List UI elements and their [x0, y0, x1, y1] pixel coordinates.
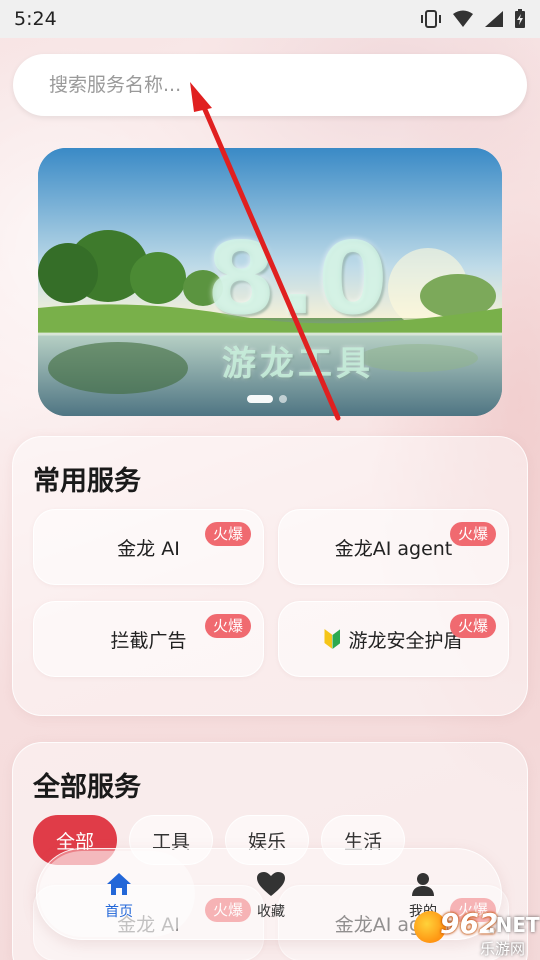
battery-icon — [515, 9, 525, 28]
nav-favorites[interactable]: 收藏 — [231, 871, 311, 921]
hot-badge: 火爆 — [449, 614, 496, 638]
banner-title: 游龙工具 — [222, 344, 374, 384]
service-card-block-ads[interactable]: 拦截广告 火爆 — [33, 601, 264, 677]
search-bar[interactable] — [13, 54, 527, 116]
hot-badge: 火爆 — [449, 522, 496, 546]
common-services-panel: 常用服务 金龙 AI 火爆 金龙AI agent 火爆 拦截广告 火爆 游龙安全… — [12, 436, 528, 716]
user-icon — [412, 873, 434, 896]
watermark-subtitle: 乐游网 — [480, 940, 526, 958]
banner-carousel[interactable]: 8.0 游龙工具 — [38, 148, 502, 416]
service-label: 金龙AI agent — [334, 537, 453, 560]
status-time: 5:24 — [14, 8, 57, 30]
service-label: 游龙安全护盾 — [348, 629, 463, 652]
home-icon — [107, 873, 131, 895]
search-input[interactable] — [49, 74, 469, 96]
service-label: 拦截广告 — [110, 629, 187, 652]
status-icons — [420, 9, 526, 29]
signal-icon — [485, 11, 503, 27]
beginner-badge-icon — [324, 629, 340, 649]
hot-badge: 火爆 — [204, 522, 251, 546]
service-card-jinlong-ai[interactable]: 金龙 AI 火爆 — [33, 509, 264, 585]
banner-version: 8.0 — [206, 220, 390, 337]
status-bar: 5:24 — [0, 0, 540, 38]
nav-home-label: 首页 — [105, 904, 133, 920]
common-services-title: 常用服务 — [33, 466, 141, 497]
heart-icon — [257, 872, 285, 896]
all-services-title: 全部服务 — [33, 772, 141, 803]
watermark-suffix: .NET — [488, 913, 540, 937]
hot-badge: 火爆 — [204, 614, 251, 638]
nav-favorites-label: 收藏 — [257, 904, 285, 920]
service-card-security-shield[interactable]: 游龙安全护盾 火爆 — [278, 601, 509, 677]
carousel-dot[interactable] — [279, 395, 287, 403]
carousel-indicator — [247, 395, 287, 403]
nav-home[interactable]: 首页 — [79, 871, 159, 921]
site-watermark: 962 .NET 乐游网 — [410, 905, 540, 958]
wifi-icon — [453, 10, 473, 27]
vibrate-icon — [421, 10, 441, 28]
service-card-jinlong-ai-agent[interactable]: 金龙AI agent 火爆 — [278, 509, 509, 585]
service-label: 金龙 AI — [117, 537, 180, 560]
carousel-dot-active[interactable] — [247, 395, 273, 403]
